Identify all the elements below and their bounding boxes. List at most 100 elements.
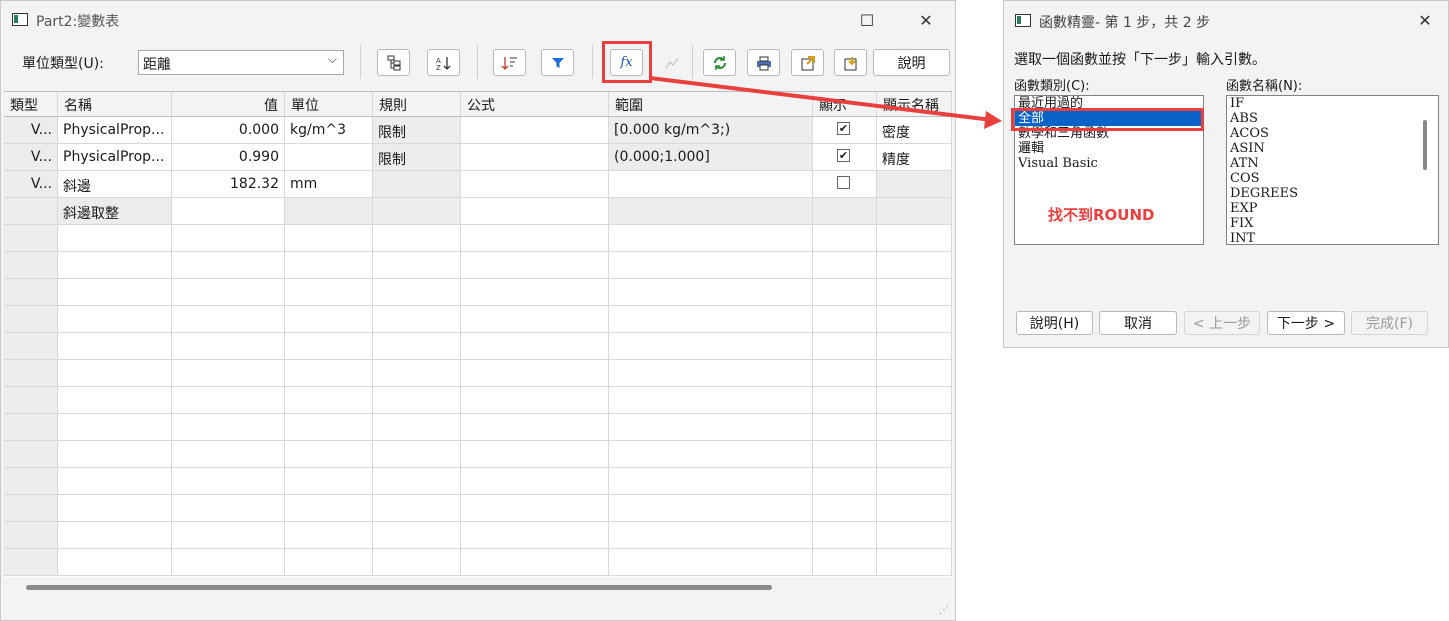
function-wizard-button[interactable]: fx	[610, 49, 643, 76]
cell-rule[interactable]	[373, 198, 461, 225]
column-header-value[interactable]: 值	[172, 92, 285, 117]
column-header-unit[interactable]: 單位	[285, 92, 373, 117]
sort-az-button[interactable]: AZ	[427, 49, 460, 76]
column-header-formula[interactable]: 公式	[461, 92, 609, 117]
empty-cell[interactable]	[877, 333, 952, 360]
list-scrollbar-thumb[interactable]	[1423, 120, 1427, 170]
empty-cell[interactable]	[813, 252, 877, 279]
cell-unit[interactable]	[285, 198, 373, 225]
empty-cell[interactable]	[609, 495, 813, 522]
empty-cell[interactable]	[609, 522, 813, 549]
empty-cell[interactable]	[609, 225, 813, 252]
empty-cell[interactable]	[4, 441, 58, 468]
title-bar[interactable]: Part2:變數表 ☐ ✕	[1, 1, 955, 39]
filter-button[interactable]	[541, 49, 574, 76]
empty-cell[interactable]	[58, 225, 172, 252]
empty-cell[interactable]	[373, 225, 461, 252]
empty-cell[interactable]	[813, 468, 877, 495]
empty-cell[interactable]	[4, 252, 58, 279]
empty-cell[interactable]	[877, 279, 952, 306]
cell-unit[interactable]: kg/m^3	[285, 117, 373, 144]
function-item[interactable]: ATN	[1227, 156, 1438, 171]
empty-cell[interactable]	[877, 441, 952, 468]
empty-cell[interactable]	[285, 306, 373, 333]
empty-cell[interactable]	[461, 333, 609, 360]
empty-cell[interactable]	[609, 414, 813, 441]
empty-cell[interactable]	[813, 549, 877, 576]
cell-rule[interactable]: 限制	[373, 144, 461, 171]
empty-cell[interactable]	[877, 414, 952, 441]
empty-cell[interactable]	[285, 414, 373, 441]
column-header-type[interactable]: 類型	[4, 92, 58, 117]
empty-cell[interactable]	[877, 306, 952, 333]
empty-cell[interactable]	[373, 252, 461, 279]
empty-cell[interactable]	[58, 360, 172, 387]
cell-type[interactable]: V...	[4, 144, 58, 171]
close-button[interactable]: ✕	[903, 1, 949, 39]
function-item[interactable]: COS	[1227, 171, 1438, 186]
empty-cell[interactable]	[4, 360, 58, 387]
empty-cell[interactable]	[813, 414, 877, 441]
cancel-button[interactable]: 取消	[1099, 311, 1177, 335]
cell-display-name[interactable]: 精度	[877, 144, 952, 171]
cell-formula[interactable]	[461, 171, 609, 198]
empty-cell[interactable]	[373, 495, 461, 522]
empty-cell[interactable]	[813, 522, 877, 549]
empty-cell[interactable]	[609, 252, 813, 279]
empty-cell[interactable]	[285, 549, 373, 576]
empty-cell[interactable]	[172, 306, 285, 333]
column-header-name[interactable]: 名稱	[58, 92, 172, 117]
function-item[interactable]: DEGREES	[1227, 186, 1438, 201]
function-list[interactable]: IF ABS ACOS ASIN ATN COS DEGREES EXP FIX…	[1226, 95, 1439, 245]
empty-cell[interactable]	[609, 387, 813, 414]
finish-button[interactable]: 完成(F)	[1351, 311, 1428, 335]
empty-cell[interactable]	[58, 414, 172, 441]
function-item[interactable]: EXP	[1227, 201, 1438, 216]
cell-name[interactable]: PhysicalProp...	[58, 144, 172, 171]
cell-unit[interactable]: mm	[285, 171, 373, 198]
cell-display-name[interactable]	[877, 198, 952, 225]
empty-cell[interactable]	[285, 360, 373, 387]
tree-view-button[interactable]	[377, 49, 410, 76]
empty-cell[interactable]	[172, 225, 285, 252]
empty-cell[interactable]	[877, 495, 952, 522]
sort-order-button[interactable]	[493, 49, 526, 76]
empty-cell[interactable]	[285, 252, 373, 279]
empty-cell[interactable]	[373, 549, 461, 576]
function-item[interactable]: IF	[1227, 96, 1438, 111]
empty-cell[interactable]	[373, 441, 461, 468]
empty-cell[interactable]	[373, 414, 461, 441]
empty-cell[interactable]	[813, 360, 877, 387]
empty-cell[interactable]	[813, 441, 877, 468]
empty-cell[interactable]	[58, 306, 172, 333]
cell-range[interactable]: (0.000;1.000]	[609, 144, 813, 171]
empty-cell[interactable]	[58, 468, 172, 495]
empty-cell[interactable]	[461, 522, 609, 549]
dialog-close-button[interactable]: ✕	[1402, 1, 1448, 39]
cell-name[interactable]: PhysicalProp...	[58, 117, 172, 144]
empty-cell[interactable]	[609, 333, 813, 360]
empty-cell[interactable]	[58, 252, 172, 279]
unit-type-select[interactable]: 距離 ⌵	[138, 50, 344, 75]
maximize-button[interactable]: ☐	[844, 1, 890, 39]
empty-cell[interactable]	[813, 333, 877, 360]
empty-cell[interactable]	[609, 306, 813, 333]
empty-cell[interactable]	[609, 360, 813, 387]
horizontal-scrollbar[interactable]	[4, 577, 952, 599]
cell-type[interactable]: V...	[4, 117, 58, 144]
cell-name[interactable]: 斜邊取整	[58, 198, 172, 225]
next-step-button[interactable]: 下一步 >	[1267, 311, 1345, 335]
empty-cell[interactable]	[877, 468, 952, 495]
cell-display[interactable]	[813, 171, 877, 198]
empty-cell[interactable]	[609, 468, 813, 495]
empty-cell[interactable]	[461, 495, 609, 522]
category-item[interactable]: 邏輯	[1015, 141, 1203, 156]
empty-cell[interactable]	[813, 306, 877, 333]
cell-type[interactable]: V...	[4, 171, 58, 198]
empty-cell[interactable]	[172, 468, 285, 495]
empty-cell[interactable]	[4, 306, 58, 333]
empty-cell[interactable]	[373, 306, 461, 333]
cell-range[interactable]	[609, 198, 813, 225]
display-checkbox[interactable]	[837, 176, 850, 189]
empty-cell[interactable]	[172, 495, 285, 522]
